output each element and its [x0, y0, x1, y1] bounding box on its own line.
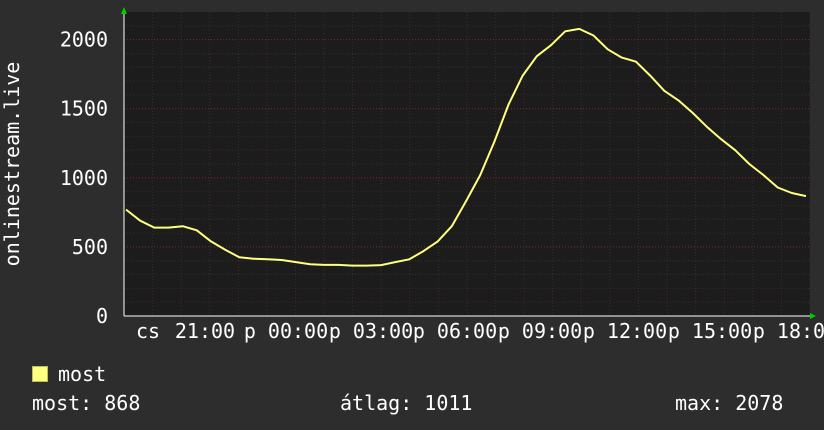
x-tick-label: 21:00: [175, 319, 235, 343]
legend-swatch-most: [32, 366, 48, 382]
y-tick-label: 2000: [60, 28, 108, 52]
y-tick-label: 1000: [60, 166, 108, 190]
x-tick-label: p 03:00: [329, 319, 413, 343]
y-tick-label: 500: [72, 235, 108, 259]
line-chart: 0500100015002000 cs 21:00 p 00:00 p 03:00 p …: [0, 7, 824, 343]
x-tick-label: p 18:00: [753, 319, 824, 343]
x-tick-label: p 00:00: [244, 319, 328, 343]
y-tick-label: 1500: [60, 97, 108, 121]
x-tick-label: p 09:00: [498, 319, 582, 343]
x-tick-label: p 12:00: [583, 319, 667, 343]
stat-maximum: max: 2078: [675, 391, 784, 415]
y-tick-label: 0: [96, 304, 108, 328]
stat-average: átlag: 1011: [340, 391, 473, 415]
legend: most: [32, 362, 106, 386]
x-axis-ticks: cs 21:00 p 00:00 p 03:00 p 06:00 p 09:00 p 12:…: [136, 319, 824, 343]
y-axis-ticks: 0 500 1000 1500 2000: [60, 28, 108, 328]
x-tick-label: p 06:00: [413, 319, 497, 343]
legend-label-most: most: [58, 362, 107, 386]
y-axis-label: onlinestream.live: [0, 62, 24, 267]
stats-row: most: 868 átlag: 1011 max: 2078: [0, 391, 824, 417]
stat-current: most: 868: [32, 391, 141, 415]
x-tick-label: p 15:00: [668, 319, 752, 343]
y-axis-arrow: [121, 7, 127, 14]
x-tick-label: cs: [136, 319, 160, 343]
